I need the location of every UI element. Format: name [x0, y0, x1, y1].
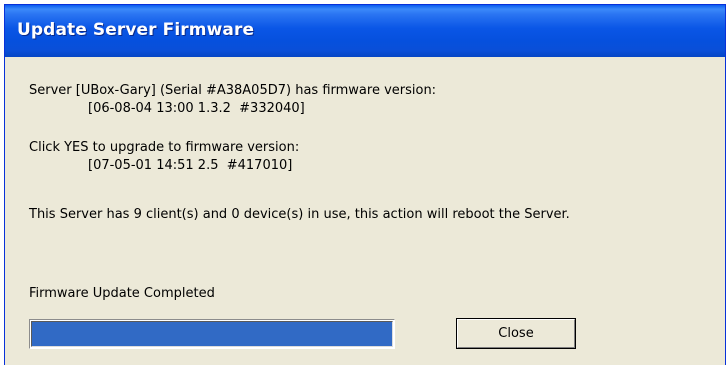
status-text: Firmware Update Completed — [29, 286, 215, 301]
reboot-warning: This Server has 9 client(s) and 0 device… — [29, 207, 570, 222]
close-button[interactable]: Close — [456, 318, 576, 349]
window-title: Update Server Firmware — [17, 20, 255, 40]
title-bar[interactable]: Update Server Firmware — [5, 5, 725, 57]
new-firmware-version: [07-05-01 14:51 2.5 #417010] — [88, 158, 293, 173]
screen: Update Server Firmware Server [UBox-Gary… — [0, 0, 728, 365]
upgrade-prompt-line: Click YES to upgrade to firmware version… — [29, 140, 300, 155]
current-firmware-line: Server [UBox-Gary] (Serial #A38A05D7) ha… — [29, 83, 437, 98]
close-button-label: Close — [457, 319, 575, 348]
dialog-body: Server [UBox-Gary] (Serial #A38A05D7) ha… — [5, 57, 725, 365]
progress-track — [31, 321, 393, 347]
progress-bar — [29, 319, 395, 349]
current-firmware-version: [06-08-04 13:00 1.3.2 #332040] — [88, 101, 305, 116]
update-firmware-dialog: Update Server Firmware Server [UBox-Gary… — [4, 4, 726, 365]
progress-fill — [32, 322, 392, 346]
